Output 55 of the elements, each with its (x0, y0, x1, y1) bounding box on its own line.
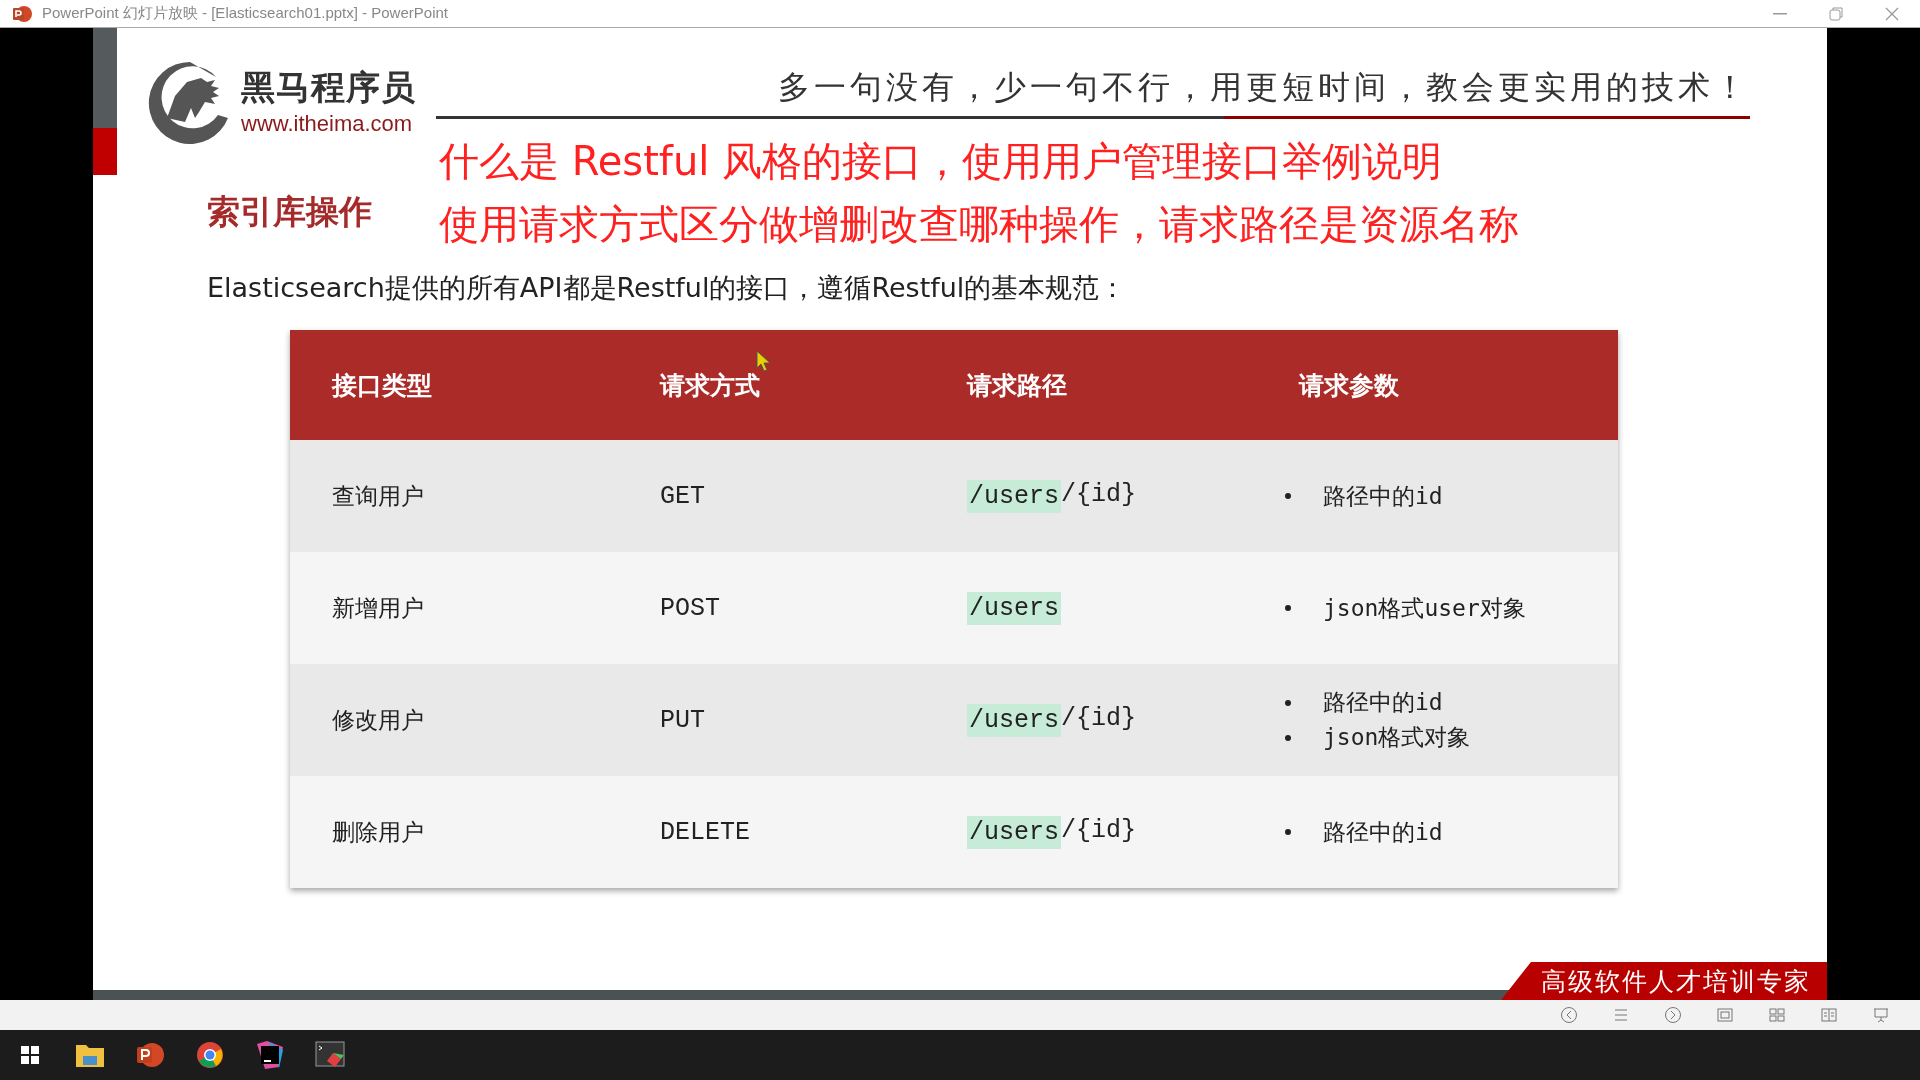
logo-name: 黑马程序员 (241, 66, 416, 109)
table-cell: POST (660, 593, 720, 623)
restore-icon[interactable] (1829, 6, 1843, 21)
slogan: 多一句没有，少一句不行，用更短时间，教会更实用的技术！ (778, 67, 1750, 108)
close-icon[interactable] (1885, 6, 1899, 21)
path-highlight: /users (967, 815, 1061, 849)
normal-view-icon[interactable] (1716, 1006, 1734, 1024)
folder-icon[interactable] (75, 1042, 105, 1068)
param-text: json格式对象 (1323, 723, 1471, 752)
chrome-icon[interactable] (195, 1040, 225, 1070)
terminal-icon[interactable] (315, 1041, 345, 1069)
table-cell: DELETE (660, 817, 750, 847)
param-text: 路径中的id (1323, 481, 1443, 511)
path-text: /{id} (1061, 703, 1137, 735)
path-highlight: /users (967, 479, 1061, 513)
intellij-icon[interactable] (255, 1040, 285, 1070)
previous-icon[interactable] (1560, 1006, 1578, 1024)
column-header: 请求方式 (658, 369, 761, 402)
table-cell: PUT (660, 705, 705, 735)
column-header: 请求参数 (1297, 369, 1400, 402)
reading-view-icon[interactable] (1820, 1006, 1838, 1024)
path-highlight: /users (967, 591, 1061, 625)
next-icon[interactable] (1664, 1006, 1682, 1024)
path-text: /{id} (1061, 479, 1137, 511)
slide-sorter-icon[interactable] (1768, 1006, 1786, 1024)
bullet-icon (1285, 734, 1291, 741)
table-cell: 删除用户 (332, 818, 424, 845)
cursor-icon (756, 350, 772, 372)
powerpoint-icon (12, 3, 32, 24)
powerpoint-icon[interactable] (135, 1040, 165, 1070)
table-cell: 修改用户 (332, 706, 424, 733)
annotation-text: 使用请求方式区分做增删改查哪种操作，请求路径是资源名称 (439, 200, 1519, 249)
annotation-text: 什么是 Restful 风格的接口，使用用户管理接口举例说明 (439, 137, 1444, 186)
path-text: /{id} (1061, 815, 1137, 847)
bullet-icon (1285, 605, 1291, 611)
param-text: json格式user对象 (1323, 593, 1526, 623)
minimize-icon[interactable] (1773, 12, 1787, 15)
bullet-icon (1285, 829, 1291, 835)
column-header: 接口类型 (330, 369, 433, 402)
param-text: 路径中的id (1323, 817, 1443, 847)
section-title: 索引库操作 (207, 192, 372, 231)
start-icon[interactable] (20, 1045, 40, 1065)
logo-url: www.itheima.com (241, 111, 414, 137)
window-title: PowerPoint 幻灯片放映 - [Elasticsearch01.pptx] - PowerPoint (42, 4, 449, 23)
banner: 高级软件人才培训专家 (1501, 962, 1827, 1000)
table-cell: 查询用户 (332, 482, 424, 509)
path-highlight: /users (967, 703, 1061, 737)
param-text: 路径中的id (1323, 688, 1443, 717)
bullet-icon (1285, 699, 1291, 706)
bullet-icon (1285, 493, 1291, 499)
intro-text: Elasticsearch提供的所有API都是Restful的接口，遵循Restful的基本规范： (207, 271, 1128, 305)
table-cell: GET (660, 481, 705, 511)
table-cell: 新增用户 (332, 594, 424, 621)
column-header: 请求路径 (965, 369, 1068, 402)
slideshow-icon[interactable] (1872, 1006, 1890, 1024)
